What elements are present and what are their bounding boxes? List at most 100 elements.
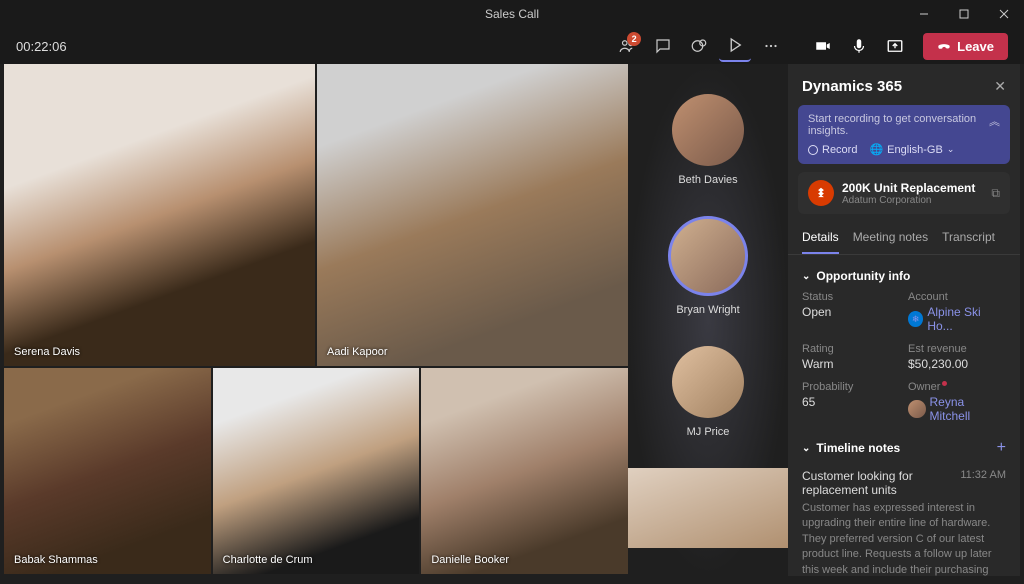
timeline-section: ⌄ Timeline notes + Customer looking for … bbox=[788, 433, 1020, 584]
chevron-down-icon: ⌄ bbox=[947, 144, 955, 155]
field-owner: Owner Reyna Mitchell bbox=[908, 381, 1006, 423]
recording-banner: Start recording to get conversation insi… bbox=[798, 105, 1010, 164]
tab-transcript[interactable]: Transcript bbox=[942, 222, 995, 254]
participant-name: Aadi Kapoor bbox=[327, 346, 388, 358]
video-tile[interactable]: Serena Davis bbox=[4, 64, 315, 366]
field-value: 65 bbox=[802, 395, 900, 409]
opportunity-icon bbox=[808, 180, 834, 206]
panel-tabs: Details Meeting notes Transcript bbox=[788, 222, 1020, 255]
title-bar: Sales Call bbox=[0, 0, 1024, 28]
globe-icon: 🌐 bbox=[869, 143, 883, 156]
opportunity-info-section: ⌄ Opportunity info Status Open Account ❄… bbox=[788, 263, 1020, 433]
field-status: Status Open bbox=[802, 291, 900, 333]
close-icon[interactable]: ✕ bbox=[994, 78, 1006, 95]
reactions-icon[interactable] bbox=[683, 30, 715, 62]
section-title: Timeline notes bbox=[816, 441, 900, 455]
close-icon[interactable] bbox=[984, 0, 1024, 28]
mic-icon[interactable] bbox=[843, 30, 875, 62]
language-selector[interactable]: 🌐 English-GB ⌄ bbox=[869, 143, 954, 156]
popout-icon[interactable]: ⧉ bbox=[991, 186, 1000, 201]
leave-label: Leave bbox=[957, 39, 994, 54]
record-label: Record bbox=[822, 144, 857, 156]
window-title: Sales Call bbox=[485, 7, 539, 21]
account-icon: ❄ bbox=[908, 311, 923, 327]
participant-name: Bryan Wright bbox=[676, 304, 739, 316]
leave-button[interactable]: Leave bbox=[923, 33, 1008, 60]
chat-icon[interactable] bbox=[647, 30, 679, 62]
field-label: Account bbox=[908, 291, 1006, 303]
field-value: Warm bbox=[802, 357, 900, 371]
call-toolbar: 00:22:06 2 Leave bbox=[0, 28, 1024, 64]
record-icon bbox=[808, 145, 818, 155]
opportunity-card[interactable]: 200K Unit Replacement Adatum Corporation… bbox=[798, 172, 1010, 214]
note-time: 11:32 AM bbox=[960, 469, 1006, 497]
field-value: Open bbox=[802, 305, 900, 319]
avatar-item[interactable]: MJ Price bbox=[672, 346, 744, 438]
participant-name: Charlotte de Crum bbox=[223, 554, 313, 566]
participant-name: Babak Shammas bbox=[14, 554, 98, 566]
camera-icon[interactable] bbox=[807, 30, 839, 62]
avatar-item[interactable]: Beth Davies bbox=[672, 94, 744, 186]
video-tile[interactable]: Aadi Kapoor bbox=[317, 64, 628, 366]
video-tile[interactable]: Danielle Booker bbox=[421, 368, 628, 574]
chevron-down-icon: ⌄ bbox=[802, 443, 810, 454]
call-timer: 00:22:06 bbox=[16, 39, 67, 54]
tab-details[interactable]: Details bbox=[802, 222, 839, 254]
field-label: Probability bbox=[802, 381, 900, 393]
participant-name: Serena Davis bbox=[14, 346, 80, 358]
avatar-item[interactable]: Bryan Wright bbox=[668, 216, 748, 316]
field-account: Account ❄Alpine Ski Ho... bbox=[908, 291, 1006, 333]
collapse-icon[interactable]: ︽ bbox=[989, 113, 1000, 137]
opportunity-subtitle: Adatum Corporation bbox=[842, 195, 983, 206]
tab-meeting-notes[interactable]: Meeting notes bbox=[853, 222, 928, 254]
field-label: Rating bbox=[802, 343, 900, 355]
people-badge: 2 bbox=[627, 32, 641, 46]
field-label: Owner bbox=[908, 381, 1006, 393]
participant-name: MJ Price bbox=[687, 426, 730, 438]
field-value: $50,230.00 bbox=[908, 357, 1006, 371]
required-indicator-icon bbox=[942, 381, 947, 386]
chevron-down-icon: ⌄ bbox=[802, 271, 810, 282]
side-participants: Beth Davies Bryan Wright MJ Price bbox=[628, 64, 788, 576]
add-note-icon[interactable]: + bbox=[997, 439, 1006, 457]
field-label: Est revenue bbox=[908, 343, 1006, 355]
timeline-note[interactable]: Customer looking for replacement units 1… bbox=[802, 465, 1006, 578]
video-tile[interactable]: Charlotte de Crum bbox=[213, 368, 420, 574]
owner-link[interactable]: Reyna Mitchell bbox=[908, 395, 1006, 423]
field-rating: Rating Warm bbox=[802, 343, 900, 371]
video-tile[interactable] bbox=[628, 468, 788, 548]
panel-title: Dynamics 365 bbox=[802, 78, 902, 95]
opportunity-title: 200K Unit Replacement bbox=[842, 181, 983, 195]
participant-name: Danielle Booker bbox=[431, 554, 509, 566]
section-header[interactable]: ⌄ Timeline notes + bbox=[802, 439, 1006, 457]
avatar bbox=[672, 94, 744, 166]
video-grid: Serena Davis Aadi Kapoor Babak Shammas C… bbox=[0, 64, 628, 576]
share-icon[interactable] bbox=[879, 30, 911, 62]
field-revenue: Est revenue $50,230.00 bbox=[908, 343, 1006, 371]
dynamics-panel: Dynamics 365 ✕ Start recording to get co… bbox=[788, 64, 1020, 576]
people-icon[interactable]: 2 bbox=[611, 30, 643, 62]
language-label: English-GB bbox=[887, 144, 943, 156]
section-header[interactable]: ⌄ Opportunity info bbox=[802, 269, 1006, 283]
avatar bbox=[668, 216, 748, 296]
participant-name: Beth Davies bbox=[678, 174, 737, 186]
avatar bbox=[672, 346, 744, 418]
apps-icon[interactable] bbox=[719, 30, 751, 62]
field-probability: Probability 65 bbox=[802, 381, 900, 423]
main-area: Serena Davis Aadi Kapoor Babak Shammas C… bbox=[0, 64, 1024, 576]
more-icon[interactable] bbox=[755, 30, 787, 62]
panel-header: Dynamics 365 ✕ bbox=[788, 64, 1020, 105]
record-button[interactable]: Record bbox=[808, 144, 857, 156]
maximize-icon[interactable] bbox=[944, 0, 984, 28]
note-body: Customer has expressed interest in upgra… bbox=[802, 501, 1006, 578]
account-link[interactable]: ❄Alpine Ski Ho... bbox=[908, 305, 1006, 333]
note-title: Customer looking for replacement units bbox=[802, 469, 942, 497]
video-tile[interactable]: Babak Shammas bbox=[4, 368, 211, 574]
field-label: Status bbox=[802, 291, 900, 303]
avatar bbox=[908, 400, 926, 418]
recording-prompt: Start recording to get conversation insi… bbox=[808, 113, 989, 137]
toolbar-actions: 2 Leave bbox=[611, 30, 1008, 62]
window-controls bbox=[904, 0, 1024, 28]
minimize-icon[interactable] bbox=[904, 0, 944, 28]
section-title: Opportunity info bbox=[816, 269, 910, 283]
